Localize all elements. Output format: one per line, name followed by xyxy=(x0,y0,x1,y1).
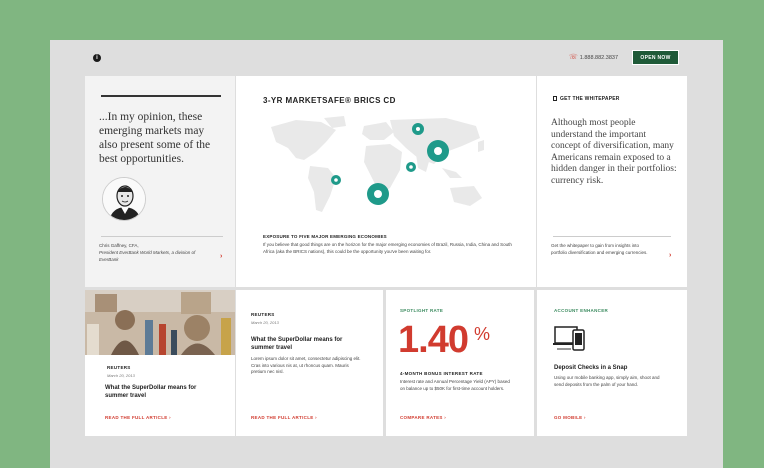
go-mobile-link[interactable]: GO MOBILE › xyxy=(554,415,586,420)
phone-text: 1.888.882.3837 xyxy=(579,55,618,61)
chevron-right-icon[interactable]: › xyxy=(669,252,671,259)
link-label: COMPARE RATES xyxy=(400,415,443,420)
divider xyxy=(553,236,671,237)
rate-value: 1.40 xyxy=(398,319,469,361)
whitepaper-footer: Get the whitepaper to gain from insights… xyxy=(551,243,648,255)
news-headline[interactable]: What the SuperDollar means for summer tr… xyxy=(105,385,215,400)
open-now-button[interactable]: OPEN NOW xyxy=(632,50,679,65)
news-headline[interactable]: What the SuperDollar means for summer tr… xyxy=(251,337,361,352)
author-name: Chris Gaffney, CFA, xyxy=(99,243,139,248)
rate-percent-sign: % xyxy=(474,324,491,344)
product-title: 3-YR MARKETSAFE® BRICS CD xyxy=(263,96,396,105)
link-label: READ THE FULL ARTICLE xyxy=(105,415,168,420)
chevron-right-icon: › xyxy=(169,415,171,420)
author-role: President EverBank World Markets, a divi… xyxy=(99,250,196,262)
account-body: Using our mobile banking app, simply aim… xyxy=(554,375,660,387)
phone-number[interactable]: ☏ 1.888.882.3837 xyxy=(569,53,618,61)
info-icon[interactable]: i xyxy=(93,54,101,62)
world-map xyxy=(271,116,484,212)
account-tile: ACCOUNT ENHANCER Deposit Checks in a Sna… xyxy=(537,290,687,436)
quote-card: ...In my opinion, these emerging markets… xyxy=(85,76,235,287)
rate-label: SPOTLIGHT RATE xyxy=(400,308,444,313)
rate-tile: SPOTLIGHT RATE 1.40 % 4-MONTH BONUS INTE… xyxy=(386,290,534,436)
news-date: March 20, 2013 xyxy=(251,320,279,325)
read-article-link[interactable]: READ THE FULL ARTICLE › xyxy=(251,415,317,420)
rate-title: 4-MONTH BONUS INTEREST RATE xyxy=(400,371,483,376)
chevron-right-icon: › xyxy=(584,415,586,420)
news-date: March 20, 2013 xyxy=(107,373,135,378)
whitepaper-label: GET THE WHITEPAPER xyxy=(560,96,620,102)
top-bar: i ☏ 1.888.882.3837 OPEN NOW xyxy=(50,40,723,76)
link-label: READ THE FULL ARTICLE xyxy=(251,415,314,420)
document-icon xyxy=(553,96,557,101)
product-subtitle: EXPOSURE TO FIVE MAJOR EMERGING ECONOMIE… xyxy=(263,234,387,239)
avatar xyxy=(102,177,146,221)
read-article-link[interactable]: READ THE FULL ARTICLE › xyxy=(105,415,171,420)
news-tile-photo: REUTERS March 20, 2013 What the SuperDol… xyxy=(85,290,235,436)
compare-rates-link[interactable]: COMPARE RATES › xyxy=(400,415,446,420)
mobile-deposit-icon xyxy=(553,326,585,351)
link-label: GO MOBILE xyxy=(554,415,583,420)
news-source: REUTERS xyxy=(251,312,275,317)
news-source: REUTERS xyxy=(107,365,131,370)
account-label: ACCOUNT ENHANCER xyxy=(554,308,609,313)
divider xyxy=(101,236,223,237)
attribution: Chris Gaffney, CFA, President EverBank W… xyxy=(99,242,209,263)
news-tile-text: REUTERS March 20, 2013 What the SuperDol… xyxy=(236,290,383,436)
whitepaper-card: GET THE WHITEPAPER Although most people … xyxy=(537,76,687,287)
divider xyxy=(101,95,221,97)
account-headline[interactable]: Deposit Checks in a Snap xyxy=(554,365,669,373)
whitepaper-text: Although most people understand the impo… xyxy=(551,118,677,186)
chevron-right-icon[interactable]: › xyxy=(220,253,222,260)
rate-body: Interest rate and Annual Percentage Yiel… xyxy=(400,379,510,391)
whitepaper-link[interactable]: GET THE WHITEPAPER xyxy=(553,96,620,102)
product-description: If you believe that good things are on t… xyxy=(263,242,512,254)
pull-quote: ...In my opinion, these emerging markets… xyxy=(99,111,211,165)
phone-icon: ☏ xyxy=(569,54,578,61)
product-card: 3-YR MARKETSAFE® BRICS CD EXPOSURE TO FI… xyxy=(236,76,536,287)
news-body: Lorem ipsum dolor sit amet, consectetur … xyxy=(251,356,361,374)
chevron-right-icon: › xyxy=(315,415,317,420)
page-frame: i ☏ 1.888.882.3837 OPEN NOW ...In my opin… xyxy=(50,40,723,468)
news-photo xyxy=(85,290,235,355)
chevron-right-icon: › xyxy=(444,415,447,420)
